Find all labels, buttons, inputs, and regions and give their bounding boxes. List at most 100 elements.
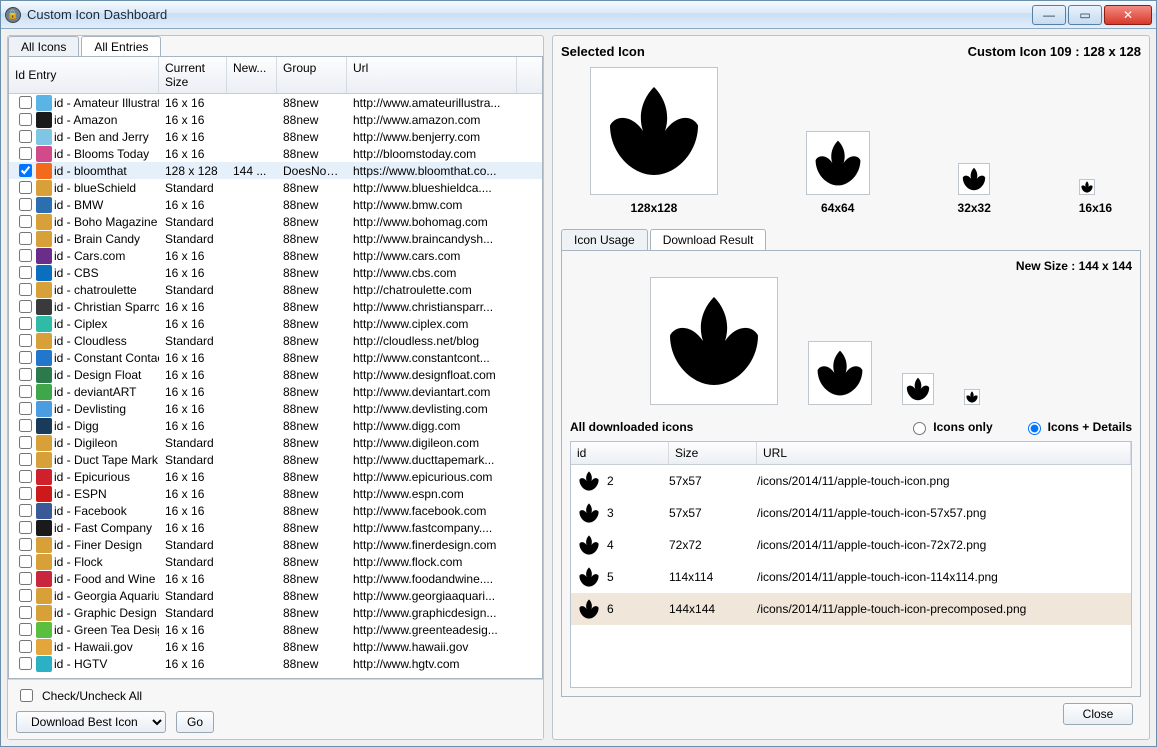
table-row[interactable]: id - Cars.com16 x 1688newhttp://www.cars… (9, 247, 542, 264)
row-checkbox[interactable] (19, 623, 32, 636)
row-checkbox[interactable] (19, 351, 32, 364)
go-button[interactable]: Go (176, 711, 214, 733)
table-row[interactable]: id - Design Float16 x 1688newhttp://www.… (9, 366, 542, 383)
row-checkbox[interactable] (19, 521, 32, 534)
row-checkbox[interactable] (19, 538, 32, 551)
table-row[interactable]: id - Duct Tape Mark...Standard88newhttp:… (9, 451, 542, 468)
tab-icon-usage[interactable]: Icon Usage (561, 229, 648, 250)
close-window-button[interactable]: ✕ (1104, 5, 1152, 25)
table-row[interactable]: id - Fast Company16 x 1688newhttp://www.… (9, 519, 542, 536)
minimize-button[interactable]: — (1032, 5, 1066, 25)
table-row[interactable]: id - Brain CandyStandard88newhttp://www.… (9, 230, 542, 247)
tab-all-entries[interactable]: All Entries (81, 36, 161, 57)
table-row[interactable]: id - Amazon16 x 1688newhttp://www.amazon… (9, 111, 542, 128)
grid-header[interactable]: Id Entry Current Size New... Group Url (9, 57, 542, 94)
table-row[interactable]: id - HGTV16 x 1688newhttp://www.hgtv.com (9, 655, 542, 672)
dl-row[interactable]: 472x72/icons/2014/11/apple-touch-icon-72… (571, 529, 1131, 561)
table-row[interactable]: id - Finer DesignStandard88newhttp://www… (9, 536, 542, 553)
table-row[interactable]: id - ESPN16 x 1688newhttp://www.espn.com (9, 485, 542, 502)
row-checkbox[interactable] (19, 300, 32, 313)
maximize-button[interactable]: ▭ (1068, 5, 1102, 25)
col-size[interactable]: Current Size (159, 57, 227, 93)
table-row[interactable]: id - Georgia AquariumStandard88newhttp:/… (9, 587, 542, 604)
download-mode-select[interactable]: Download Best Icon (16, 711, 166, 733)
col-group[interactable]: Group (277, 57, 347, 93)
row-checkbox[interactable] (19, 232, 32, 245)
table-row[interactable]: id - Ben and Jerry16 x 1688newhttp://www… (9, 128, 542, 145)
table-row[interactable]: id - Devlisting16 x 1688newhttp://www.de… (9, 400, 542, 417)
dl-row[interactable]: 6144x144/icons/2014/11/apple-touch-icon-… (571, 593, 1131, 625)
row-checkbox[interactable] (19, 317, 32, 330)
row-checkbox[interactable] (19, 589, 32, 602)
row-checkbox[interactable] (19, 334, 32, 347)
table-row[interactable]: id - BMW16 x 1688newhttp://www.bmw.com (9, 196, 542, 213)
row-checkbox[interactable] (19, 453, 32, 466)
dl-grid-body[interactable]: 257x57/icons/2014/11/apple-touch-icon.pn… (571, 465, 1131, 687)
row-checkbox[interactable] (19, 130, 32, 143)
table-row[interactable]: id - Blooms Today16 x 1688newhttp://bloo… (9, 145, 542, 162)
col-url[interactable]: Url (347, 57, 517, 93)
table-row[interactable]: id - bloomthat128 x 128144 ...DoesNotW..… (9, 162, 542, 179)
dl-row[interactable]: 257x57/icons/2014/11/apple-touch-icon.pn… (571, 465, 1131, 497)
table-row[interactable]: id - DigileonStandard88newhttp://www.dig… (9, 434, 542, 451)
row-checkbox[interactable] (19, 555, 32, 568)
col-new[interactable]: New... (227, 57, 277, 93)
check-all-box[interactable] (20, 689, 33, 702)
row-checkbox[interactable] (19, 181, 32, 194)
dl-col-id[interactable]: id (571, 442, 669, 464)
row-checkbox[interactable] (19, 283, 32, 296)
table-row[interactable]: id - Boho MagazineStandard88newhttp://ww… (9, 213, 542, 230)
row-checkbox[interactable] (19, 402, 32, 415)
row-checkbox[interactable] (19, 504, 32, 517)
titlebar[interactable]: 🔒 Custom Icon Dashboard — ▭ ✕ (1, 1, 1156, 29)
row-checkbox[interactable] (19, 215, 32, 228)
dl-row[interactable]: 357x57/icons/2014/11/apple-touch-icon-57… (571, 497, 1131, 529)
row-checkbox[interactable] (19, 572, 32, 585)
row-checkbox[interactable] (19, 266, 32, 279)
row-checkbox[interactable] (19, 368, 32, 381)
row-checkbox[interactable] (19, 198, 32, 211)
table-row[interactable]: id - Amateur Illustrator16 x 1688newhttp… (9, 94, 542, 111)
row-checkbox[interactable] (19, 436, 32, 449)
col-id[interactable]: Id Entry (9, 57, 159, 93)
table-row[interactable]: id - CBS16 x 1688newhttp://www.cbs.com (9, 264, 542, 281)
row-checkbox[interactable] (19, 470, 32, 483)
table-row[interactable]: id - Christian Sparrow16 x 1688newhttp:/… (9, 298, 542, 315)
row-checkbox[interactable] (19, 419, 32, 432)
row-checkbox[interactable] (19, 164, 32, 177)
row-new (227, 646, 277, 648)
radio-icons-only[interactable]: Icons only (908, 419, 992, 435)
row-checkbox[interactable] (19, 657, 32, 670)
dl-col-url[interactable]: URL (757, 442, 1131, 464)
table-row[interactable]: id - FlockStandard88newhttp://www.flock.… (9, 553, 542, 570)
table-row[interactable]: id - Epicurious16 x 1688newhttp://www.ep… (9, 468, 542, 485)
row-checkbox[interactable] (19, 147, 32, 160)
row-checkbox[interactable] (19, 640, 32, 653)
table-row[interactable]: id - Constant Contact16 x 1688newhttp://… (9, 349, 542, 366)
tab-download-result[interactable]: Download Result (650, 229, 767, 250)
row-checkbox[interactable] (19, 96, 32, 109)
table-row[interactable]: id - blueSchieldStandard88newhttp://www.… (9, 179, 542, 196)
tab-all-icons[interactable]: All Icons (8, 36, 79, 57)
row-checkbox[interactable] (19, 113, 32, 126)
table-row[interactable]: id - Hawaii.gov16 x 1688newhttp://www.ha… (9, 638, 542, 655)
row-checkbox[interactable] (19, 249, 32, 262)
table-row[interactable]: id - chatrouletteStandard88newhttp://cha… (9, 281, 542, 298)
table-row[interactable]: id - deviantART16 x 1688newhttp://www.de… (9, 383, 542, 400)
row-checkbox[interactable] (19, 487, 32, 500)
dl-col-size[interactable]: Size (669, 442, 757, 464)
close-button[interactable]: Close (1063, 703, 1133, 725)
grid-body[interactable]: id - Amateur Illustrator16 x 1688newhttp… (9, 94, 542, 678)
table-row[interactable]: id - Graphic Design ...Standard88newhttp… (9, 604, 542, 621)
dl-row[interactable]: 5114x114/icons/2014/11/apple-touch-icon-… (571, 561, 1131, 593)
table-row[interactable]: id - Facebook16 x 1688newhttp://www.face… (9, 502, 542, 519)
row-checkbox[interactable] (19, 385, 32, 398)
row-checkbox[interactable] (19, 606, 32, 619)
table-row[interactable]: id - CloudlessStandard88newhttp://cloudl… (9, 332, 542, 349)
radio-icons-details[interactable]: Icons + Details (1023, 419, 1132, 435)
table-row[interactable]: id - Digg16 x 1688newhttp://www.digg.com (9, 417, 542, 434)
table-row[interactable]: id - Food and Wine ...16 x 1688newhttp:/… (9, 570, 542, 587)
table-row[interactable]: id - Ciplex16 x 1688newhttp://www.ciplex… (9, 315, 542, 332)
check-all-toggle[interactable]: Check/Uncheck All (16, 686, 535, 705)
table-row[interactable]: id - Green Tea Design16 x 1688newhttp://… (9, 621, 542, 638)
